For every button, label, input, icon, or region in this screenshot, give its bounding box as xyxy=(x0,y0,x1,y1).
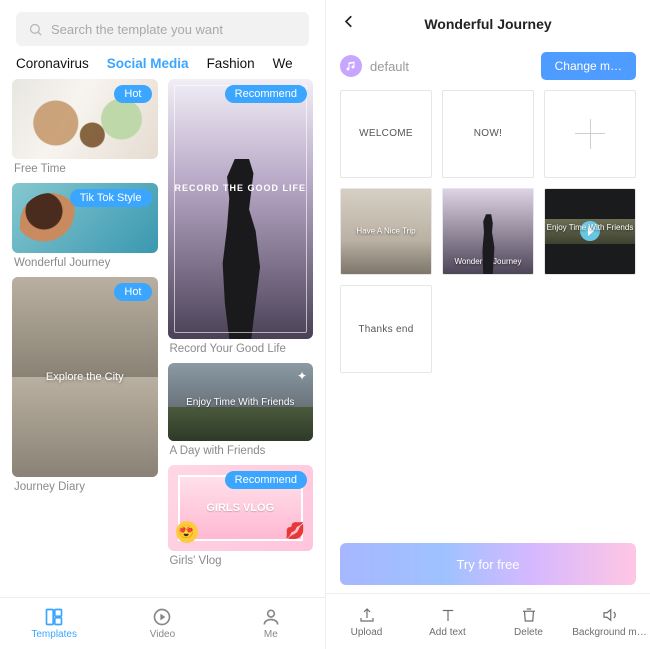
slide-image-1[interactable]: Have A Nice Trip xyxy=(340,188,432,276)
tool-label: Upload xyxy=(351,627,383,638)
editor-screen: Wonderful Journey default Change m… WELC… xyxy=(325,0,650,649)
cat-coronavirus[interactable]: Coronavirus xyxy=(16,56,89,71)
bottom-nav: Templates Video Me xyxy=(0,597,325,649)
nav-label: Templates xyxy=(31,629,77,640)
nav-templates[interactable]: Templates xyxy=(0,598,108,649)
slide-image-3[interactable]: Enjoy Time With Friends xyxy=(544,188,636,276)
thumb-overlay-text: Enjoy Time With Friends xyxy=(168,363,314,441)
tool-label: Background m… xyxy=(572,627,646,638)
tool-add-text[interactable]: Add text xyxy=(407,594,488,649)
emoji-icon: 😍 xyxy=(176,521,198,543)
grid-col-2: Recommend RECORD THE GOOD LIFE Record Yo… xyxy=(168,79,314,597)
templates-screen: Search the template you want Coronavirus… xyxy=(0,0,325,649)
template-card[interactable]: Hot Free Time xyxy=(12,79,158,175)
editor-toolbar: Upload Add text Delete Background m… xyxy=(326,593,650,649)
template-card[interactable]: Tik Tok Style Wonderful Journey xyxy=(12,183,158,269)
template-card[interactable]: Recommend GIRLS VLOG 😍 💋 Girls' Vlog xyxy=(168,465,314,567)
try-for-free-button[interactable]: Try for free xyxy=(340,543,636,585)
templates-icon xyxy=(44,607,64,627)
cat-fashion[interactable]: Fashion xyxy=(207,56,255,71)
cat-social-media[interactable]: Social Media xyxy=(107,56,189,71)
change-music-button[interactable]: Change m… xyxy=(541,52,636,80)
page-title: Wonderful Journey xyxy=(424,16,551,32)
back-button[interactable] xyxy=(340,13,358,36)
upload-icon xyxy=(358,606,376,624)
search-placeholder: Search the template you want xyxy=(51,22,223,37)
cat-more[interactable]: We xyxy=(273,56,293,71)
template-thumb: Recommend RECORD THE GOOD LIFE xyxy=(168,79,314,339)
person-icon xyxy=(261,607,281,627)
slide-now[interactable]: NOW! xyxy=(442,90,534,178)
text-icon xyxy=(439,606,457,624)
trash-icon xyxy=(520,606,538,624)
template-card[interactable]: ✦ Enjoy Time With Friends A Day with Fri… xyxy=(168,363,314,457)
badge-hot: Hot xyxy=(114,283,151,301)
template-thumb: Recommend GIRLS VLOG 😍 💋 xyxy=(168,465,314,551)
nav-label: Video xyxy=(150,629,175,640)
slides-grid: WELCOME NOW! Have A Nice Trip Wonderful … xyxy=(326,90,650,373)
sound-icon xyxy=(601,606,619,624)
slide-caption: Have A Nice Trip xyxy=(341,227,431,236)
template-thumb: ✦ Enjoy Time With Friends xyxy=(168,363,314,441)
badge-recommend: Recommend xyxy=(225,471,307,489)
nav-label: Me xyxy=(264,629,278,640)
search-icon xyxy=(28,22,43,37)
template-title: Girls' Vlog xyxy=(168,555,314,567)
video-icon xyxy=(152,607,172,627)
grid-col-1: Hot Free Time Tik Tok Style Wonderful Jo… xyxy=(12,79,158,597)
tool-label: Add text xyxy=(429,627,466,638)
category-tabs: Coronavirus Social Media Fashion We xyxy=(0,56,325,79)
tool-upload[interactable]: Upload xyxy=(326,594,407,649)
badge-recommend: Recommend xyxy=(225,85,307,103)
template-title: Free Time xyxy=(12,163,158,175)
slide-image-2[interactable]: Wonderful Journey xyxy=(442,188,534,276)
template-card[interactable]: Hot Explore the City Journey Diary xyxy=(12,277,158,493)
thumb-overlay-text: Explore the City xyxy=(12,277,158,477)
nav-me[interactable]: Me xyxy=(217,598,325,649)
badge-tiktok: Tik Tok Style xyxy=(70,189,152,207)
thumb-overlay-text: RECORD THE GOOD LIFE xyxy=(168,183,314,193)
editor-header: Wonderful Journey xyxy=(326,0,650,48)
slide-welcome[interactable]: WELCOME xyxy=(340,90,432,178)
tool-background-music[interactable]: Background m… xyxy=(569,594,650,649)
music-row: default Change m… xyxy=(326,48,650,90)
badge-hot: Hot xyxy=(114,85,151,103)
music-name: default xyxy=(370,59,533,74)
template-thumb: Hot xyxy=(12,79,158,159)
template-thumb: Hot Explore the City xyxy=(12,277,158,477)
slide-thanks[interactable]: Thanks end xyxy=(340,285,432,373)
tool-label: Delete xyxy=(514,627,543,638)
chevron-left-icon xyxy=(340,13,358,31)
template-title: Wonderful Journey xyxy=(12,257,158,269)
template-grid: Hot Free Time Tik Tok Style Wonderful Jo… xyxy=(0,79,325,597)
slide-caption: Wonderful Journey xyxy=(443,257,533,266)
slide-add[interactable] xyxy=(544,90,636,178)
music-icon xyxy=(340,55,362,77)
template-card[interactable]: Recommend RECORD THE GOOD LIFE Record Yo… xyxy=(168,79,314,355)
template-title: A Day with Friends xyxy=(168,445,314,457)
slide-caption: Enjoy Time With Friends xyxy=(545,223,635,232)
template-title: Journey Diary xyxy=(12,481,158,493)
template-title: Record Your Good Life xyxy=(168,343,314,355)
template-thumb: Tik Tok Style xyxy=(12,183,158,253)
tool-delete[interactable]: Delete xyxy=(488,594,569,649)
search-input[interactable]: Search the template you want xyxy=(16,12,309,46)
nav-video[interactable]: Video xyxy=(108,598,216,649)
kiss-icon: 💋 xyxy=(285,521,305,541)
